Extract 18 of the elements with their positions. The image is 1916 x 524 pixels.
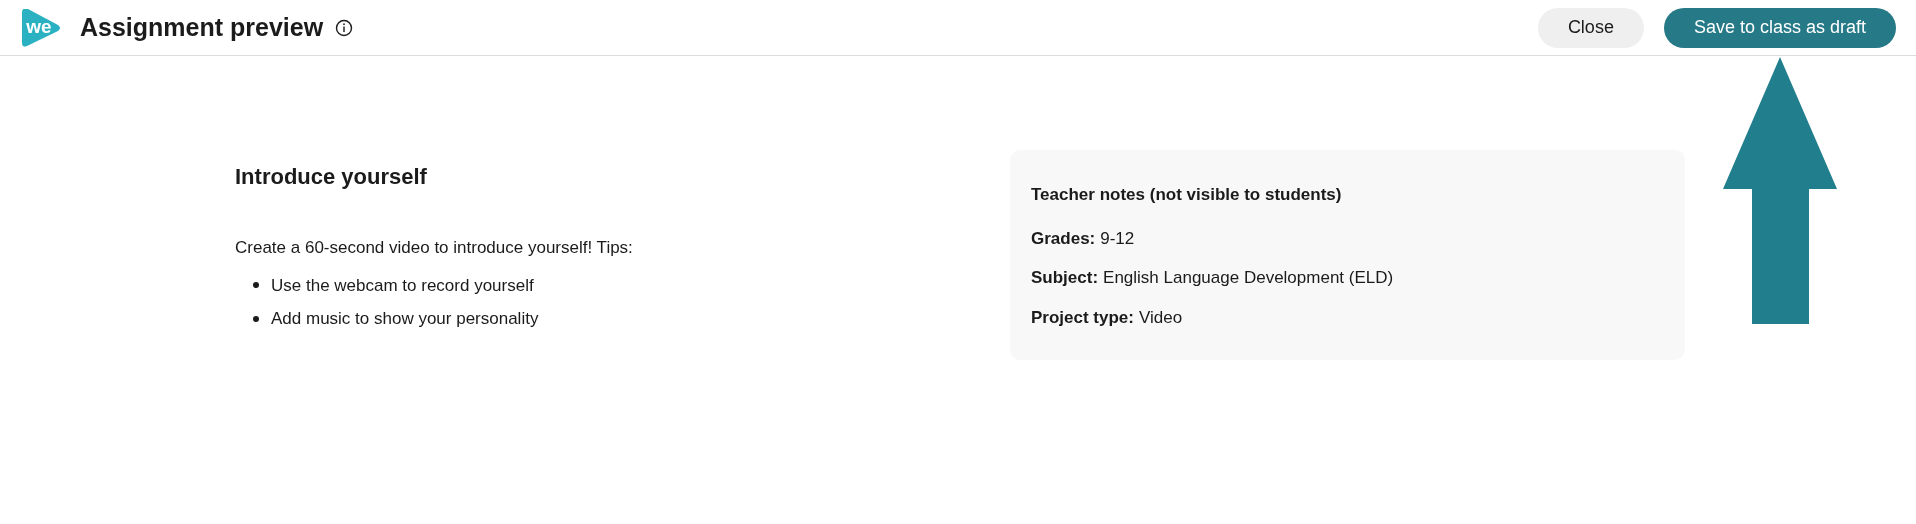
field-value: Video xyxy=(1139,306,1183,329)
tip-text: Use the webcam to record yourself xyxy=(271,274,534,297)
info-icon[interactable] xyxy=(335,18,354,37)
field-label: Project type: xyxy=(1031,306,1134,329)
page-title: Assignment preview xyxy=(80,11,324,43)
logo: we xyxy=(20,6,62,49)
assignment-description: Create a 60-second video to introduce yourself! Tips: xyxy=(235,237,634,259)
field-label: Subject: xyxy=(1031,267,1099,289)
field-value: 9-12 xyxy=(1100,227,1135,250)
field-value: English Language Development (ELD) xyxy=(1103,267,1394,289)
assignment-title: Introduce yourself xyxy=(235,163,428,191)
tip-text: Add music to show your personality xyxy=(271,308,539,330)
teacher-notes-title: Teacher notes (not visible to students) xyxy=(1031,184,1343,206)
close-button[interactable]: Close xyxy=(1537,7,1644,48)
bullet-icon xyxy=(253,315,259,322)
field-label: Grades: xyxy=(1031,227,1096,250)
bullet-icon xyxy=(253,282,259,289)
save-draft-button[interactable]: Save to class as draft xyxy=(1663,7,1896,48)
